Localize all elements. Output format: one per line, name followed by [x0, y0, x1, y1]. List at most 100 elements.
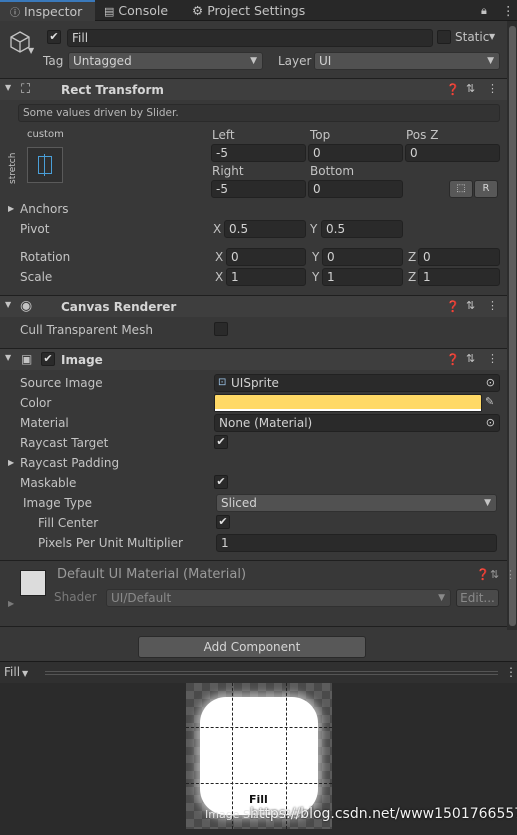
object-name-field[interactable]: Fill [67, 29, 433, 47]
static-dropdown-arrow-icon[interactable]: ▼ [489, 32, 495, 41]
component-menu-icon[interactable]: ⋮ [487, 82, 498, 95]
shader-label: Shader [54, 590, 97, 604]
add-component-button[interactable]: Add Component [138, 636, 366, 658]
source-image-field[interactable]: ⊡ UISprite ⊙ [214, 374, 500, 392]
tab-bar: ⓘ Inspector ▤ Console ⚙ Project Settings… [0, 0, 517, 21]
shader-edit-button[interactable]: Edit... [456, 589, 499, 607]
anchor-presets-button[interactable] [27, 147, 63, 183]
scale-y-field[interactable]: 1 [322, 268, 403, 286]
maskable-checkbox[interactable]: ✔ [214, 475, 228, 489]
source-image-value: UISprite [231, 376, 279, 390]
fill-center-checkbox[interactable]: ✔ [216, 515, 230, 529]
driven-info-box: Some values driven by Slider. [18, 104, 500, 122]
pivot-y-field[interactable]: 0.5 [321, 220, 403, 238]
chevron-down-icon: ▼ [487, 56, 494, 66]
rect-transform-header[interactable]: ▼ ⛶ Rect Transform ❓ ⇅ ⋮ [0, 78, 507, 100]
top-field[interactable]: 0 [308, 144, 403, 162]
color-swatch[interactable] [214, 394, 482, 412]
static-label: Static [455, 30, 490, 44]
anchors-label[interactable]: Anchors [20, 202, 69, 216]
material-field[interactable]: None (Material) ⊙ [214, 414, 500, 432]
object-picker-icon[interactable]: ⊙ [486, 415, 495, 431]
material-title: Default UI Material (Material) [57, 567, 247, 582]
rotation-x-axis-label: X [215, 250, 224, 264]
help-icon[interactable]: ❓ [476, 568, 490, 581]
image-type-dropdown[interactable]: Sliced ▼ [216, 494, 497, 512]
lock-icon[interactable]: 🔒︎ [481, 0, 487, 21]
preview-object-value: Fill [4, 665, 21, 679]
raycast-padding-label[interactable]: Raycast Padding [20, 456, 119, 470]
layer-dropdown[interactable]: UI ▼ [314, 52, 500, 70]
tab-inspector[interactable]: ⓘ Inspector [0, 0, 95, 21]
preview-object-name: Fill [249, 793, 268, 806]
left-field[interactable]: -5 [211, 144, 306, 162]
rotation-y-field[interactable]: 0 [322, 248, 403, 266]
active-checkbox[interactable]: ✔ [47, 30, 61, 44]
help-icon[interactable]: ❓ [446, 353, 460, 366]
foldout-arrow-icon[interactable]: ▼ [5, 300, 11, 309]
material-foldout-icon[interactable]: ▶ [8, 599, 14, 608]
pivot-x-field[interactable]: 0.5 [224, 220, 306, 238]
slice-border-top [186, 727, 332, 728]
shader-dropdown[interactable]: UI/Default ▼ [106, 589, 451, 607]
sprite-icon: ⊡ [218, 377, 227, 388]
bottom-field[interactable]: 0 [308, 180, 403, 198]
add-component-separator [0, 626, 507, 627]
preview-menu-icon[interactable]: ⋮ [505, 665, 517, 679]
tab-console[interactable]: ▤ Console [104, 0, 168, 21]
presets-icon[interactable]: ⇅ [466, 352, 475, 365]
component-menu-icon[interactable]: ⋮ [505, 568, 516, 581]
raw-edit-button[interactable]: R [474, 180, 498, 198]
rotation-z-axis-label: Z [408, 250, 417, 264]
blueprint-mode-button[interactable]: ⬚ [449, 180, 473, 198]
chevron-down-icon: ▼ [484, 498, 491, 508]
pivot-y-axis-label: Y [310, 222, 318, 236]
presets-icon[interactable]: ⇅ [466, 82, 475, 95]
posz-label: Pos Z [406, 128, 439, 142]
foldout-arrow-icon[interactable]: ▼ [5, 83, 11, 92]
presets-icon[interactable]: ⇅ [490, 568, 499, 581]
rotation-z-field[interactable]: 0 [418, 248, 500, 266]
blueprint-icon: ⬚ [456, 183, 466, 194]
ppu-multiplier-field[interactable]: 1 [216, 534, 497, 552]
anchors-foldout-icon[interactable]: ▶ [8, 204, 14, 213]
object-picker-icon[interactable]: ⊙ [486, 375, 495, 391]
raycast-target-label: Raycast Target [20, 436, 109, 450]
canvas-renderer-header[interactable]: ▼ ◉ Canvas Renderer ❓ ⇅ ⋮ [0, 295, 507, 317]
image-header[interactable]: ▼ ▣ ✔ Image ❓ ⇅ ⋮ [0, 348, 507, 370]
canvas-renderer-title: Canvas Renderer [61, 300, 177, 314]
rotation-x-field[interactable]: 0 [226, 248, 306, 266]
raycast-padding-foldout-icon[interactable]: ▶ [8, 458, 14, 467]
rotation-label: Rotation [20, 250, 71, 264]
fill-center-label: Fill Center [38, 516, 99, 530]
help-icon[interactable]: ❓ [446, 300, 460, 313]
help-icon[interactable]: ❓ [446, 83, 460, 96]
scale-x-field[interactable]: 1 [226, 268, 306, 286]
right-field[interactable]: -5 [211, 180, 306, 198]
eye-icon: ◉ [20, 298, 33, 314]
static-checkbox[interactable] [437, 30, 451, 44]
rotation-y-axis-label: Y [312, 250, 320, 264]
scale-z-axis-label: Z [408, 270, 417, 284]
tag-dropdown[interactable]: Untagged ▼ [68, 52, 263, 70]
rect-transform-title: Rect Transform [61, 83, 164, 97]
component-menu-icon[interactable]: ⋮ [487, 352, 498, 365]
presets-icon[interactable]: ⇅ [466, 299, 475, 312]
cull-transparent-mesh-checkbox[interactable] [214, 322, 228, 336]
component-menu-icon[interactable]: ⋮ [487, 299, 498, 312]
scrollbar-thumb[interactable] [509, 26, 516, 626]
more-menu-icon[interactable]: ⋮ [502, 0, 515, 21]
image-enabled-checkbox[interactable]: ✔ [41, 352, 55, 366]
preview-drag-handle[interactable] [45, 671, 498, 675]
tab-project-settings[interactable]: ⚙ Project Settings [192, 0, 305, 21]
tag-value: Untagged [73, 54, 132, 68]
scale-z-field[interactable]: 1 [418, 268, 500, 286]
foldout-arrow-icon[interactable]: ▼ [5, 353, 11, 362]
posz-field[interactable]: 0 [405, 144, 500, 162]
cull-transparent-mesh-label: Cull Transparent Mesh [20, 323, 153, 337]
raycast-target-checkbox[interactable]: ✔ [214, 435, 228, 449]
eyedropper-icon[interactable]: ✎ [485, 395, 494, 408]
preview-object-dropdown[interactable]: Fill ▼ [4, 664, 40, 681]
icon-dropdown-arrow-icon[interactable]: ▼ [28, 46, 34, 55]
material-value: None (Material) [219, 416, 313, 430]
